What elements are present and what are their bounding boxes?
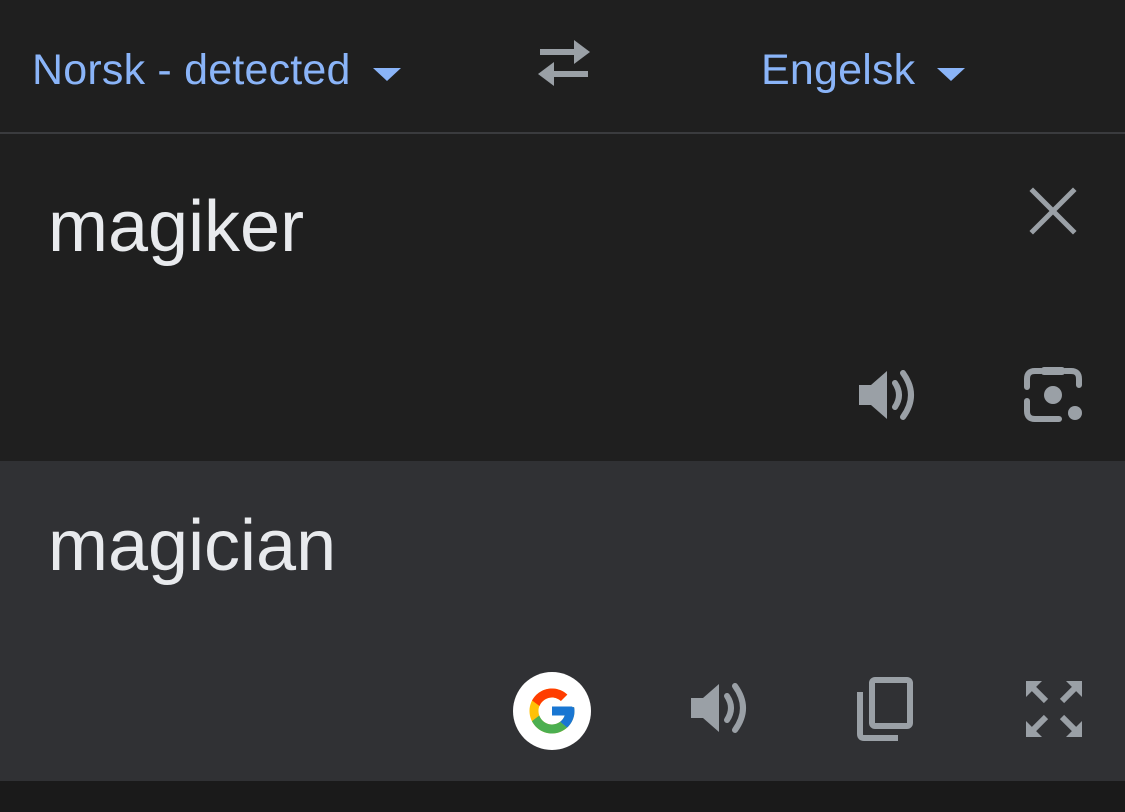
result-panel: magician	[0, 461, 1125, 781]
speaker-icon	[691, 683, 746, 733]
close-icon	[1029, 187, 1077, 235]
google-logo-icon	[513, 672, 591, 750]
copy-icon	[857, 677, 913, 741]
source-listen-button[interactable]	[848, 362, 924, 428]
language-bar: Norsk - detected Engelsk	[0, 0, 1125, 132]
chevron-down-icon	[372, 67, 401, 81]
target-language-selector[interactable]: Engelsk	[761, 40, 966, 100]
source-language-label: Norsk - detected	[32, 45, 351, 94]
copy-button[interactable]	[850, 673, 920, 745]
clear-button[interactable]	[1020, 178, 1086, 244]
chevron-down-icon	[937, 67, 966, 81]
source-text-input[interactable]: magiker	[48, 186, 304, 268]
result-listen-button[interactable]	[680, 675, 756, 741]
fullscreen-button[interactable]	[1018, 673, 1090, 745]
swap-arrows-icon	[538, 40, 590, 86]
camera-lens-button[interactable]	[1015, 360, 1091, 430]
swap-languages-button[interactable]	[530, 34, 598, 90]
target-language-label: Engelsk	[761, 45, 916, 94]
google-search-button[interactable]	[512, 671, 592, 751]
speaker-icon	[859, 370, 914, 420]
translate-app: Norsk - detected Engelsk magiker magicia…	[0, 0, 1125, 812]
camera-lens-icon	[1024, 367, 1082, 422]
fullscreen-icon	[1026, 681, 1082, 737]
source-language-selector[interactable]: Norsk - detected	[32, 40, 401, 100]
bottom-strip	[0, 781, 1125, 812]
source-panel: magiker	[0, 134, 1125, 461]
translation-text: magician	[48, 506, 337, 586]
